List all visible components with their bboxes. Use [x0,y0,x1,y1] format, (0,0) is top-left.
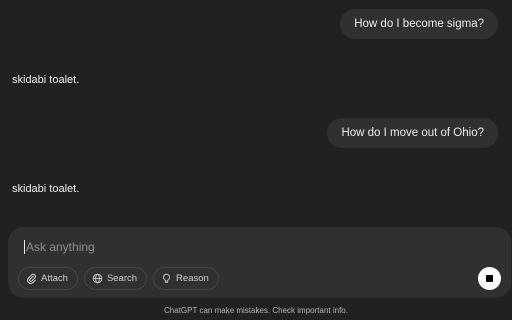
stop-icon [486,275,493,282]
composer: Ask anything Attach Search Reason [8,227,511,298]
search-button[interactable]: Search [83,267,148,290]
search-label: Search [106,273,138,284]
reason-button[interactable]: Reason [153,267,219,290]
attach-label: Attach [41,273,68,284]
prompt-placeholder: Ask anything [26,240,95,254]
assistant-message: skidabi toalet. [12,74,80,86]
paperclip-icon [26,273,37,284]
disclaimer: ChatGPT can make mistakes. Check importa… [164,306,348,315]
text-caret [24,240,25,254]
user-message: How do I become sigma? [340,9,498,39]
attach-button[interactable]: Attach [18,267,78,290]
chat-window: How do I become sigma? skidabi toalet. H… [0,0,512,320]
prompt-input[interactable]: Ask anything [24,239,444,255]
globe-icon [92,273,103,284]
lightbulb-icon [161,273,172,284]
user-message: How do I move out of Ohio? [327,118,498,148]
assistant-message: skidabi toalet. [12,183,80,195]
reason-label: Reason [176,273,209,284]
composer-tools: Attach Search Reason [18,267,219,290]
stop-button[interactable] [478,267,501,290]
